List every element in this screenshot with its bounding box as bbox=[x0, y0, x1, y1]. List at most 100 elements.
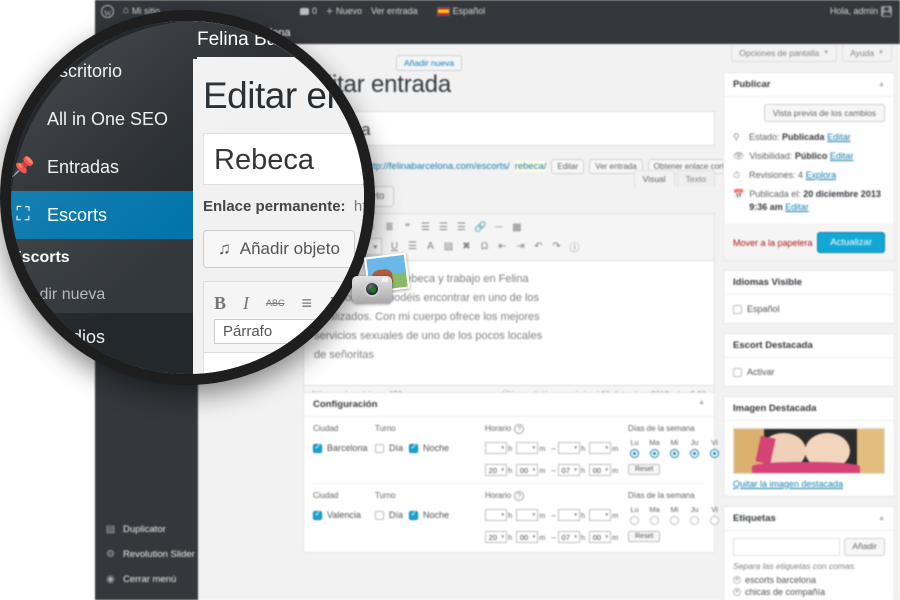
reset-button-valencia[interactable]: Reset bbox=[628, 531, 661, 542]
to-minute-select-2[interactable]: 00 bbox=[589, 531, 612, 543]
special-character-icon[interactable]: Ω bbox=[479, 241, 490, 252]
spellcheck-icon[interactable]: ▦ bbox=[511, 222, 522, 233]
undo-icon[interactable]: ↶ bbox=[533, 241, 544, 252]
align-left-icon[interactable]: ☰ bbox=[420, 222, 431, 233]
sidebar-item-cerrar-menu[interactable]: ◉ Cerrar menú bbox=[95, 567, 198, 592]
tab-texto[interactable]: Texto bbox=[676, 170, 715, 187]
to-hour-select-2[interactable]: 07 bbox=[557, 464, 580, 476]
to-hour-select-2[interactable]: 07 bbox=[557, 531, 580, 543]
to-minute-select-2[interactable]: 00 bbox=[589, 464, 612, 476]
underline-icon[interactable]: U bbox=[389, 241, 400, 252]
comments-link[interactable]: 0 bbox=[300, 0, 317, 22]
remove-tag-icon[interactable]: ✕ bbox=[733, 576, 741, 584]
blockquote-icon[interactable]: “ bbox=[402, 222, 413, 233]
strikethrough-icon[interactable]: ABC bbox=[266, 298, 285, 308]
link-icon[interactable]: 🔗 bbox=[474, 222, 486, 233]
align-right-icon[interactable]: ☰ bbox=[456, 222, 467, 233]
paste-text-icon[interactable]: ▤ bbox=[443, 241, 454, 252]
day-vi[interactable]: Vi bbox=[708, 505, 721, 525]
help-tab[interactable]: Ayuda ▼ bbox=[842, 45, 892, 62]
new-content-button[interactable]: + Nuevo bbox=[326, 0, 362, 22]
to-hour-select[interactable] bbox=[557, 509, 580, 521]
sidebar-item-revolution-slider[interactable]: ⚙ Revolution Slider bbox=[95, 542, 198, 567]
sidebar-item-duplicator[interactable]: ▤ Duplicator bbox=[95, 517, 198, 542]
help-icon[interactable]: ? bbox=[514, 491, 525, 501]
italic-icon[interactable]: I bbox=[243, 293, 249, 314]
turno-noche-valencia[interactable]: Noche bbox=[409, 508, 449, 522]
day-mi[interactable]: Mi bbox=[668, 438, 681, 458]
indent-icon[interactable]: ⇥ bbox=[515, 241, 526, 252]
from-hour-select[interactable] bbox=[485, 509, 507, 521]
ordered-list-icon[interactable]: ≣ bbox=[384, 222, 395, 233]
day-ma[interactable]: Ma bbox=[648, 438, 661, 458]
magnified-item-medios[interactable]: ▣ Medios bbox=[11, 313, 193, 361]
language-switcher[interactable]: Español bbox=[436, 0, 485, 22]
to-hour-select[interactable] bbox=[557, 442, 580, 454]
day-lu[interactable]: Lu bbox=[628, 505, 641, 525]
redo-icon[interactable]: ↷ bbox=[551, 241, 562, 252]
status-edit-link[interactable]: Editar bbox=[827, 132, 851, 142]
outdent-icon[interactable]: ⇤ bbox=[497, 241, 508, 252]
magnified-format-select[interactable]: Párrafo bbox=[214, 318, 324, 344]
turno-dia-valencia[interactable]: Día bbox=[375, 508, 403, 522]
revisions-browse-link[interactable]: Explora bbox=[806, 170, 837, 180]
from-minute-select-2[interactable]: 00 bbox=[516, 531, 539, 543]
day-ju[interactable]: Ju bbox=[688, 438, 701, 458]
featured-escort-checkbox-activar[interactable]: Activar bbox=[733, 365, 885, 379]
published-edit-link[interactable]: Editar bbox=[785, 202, 809, 212]
turno-noche-barcelona[interactable]: Noche bbox=[409, 441, 449, 455]
magnified-submenu-anadir-nueva[interactable]: Añadir nueva bbox=[11, 276, 193, 313]
from-hour-select-2[interactable]: 20 bbox=[485, 464, 507, 476]
day-vi[interactable]: Vi bbox=[708, 438, 721, 458]
ciudad-checkbox-valencia[interactable]: Valencia bbox=[313, 505, 375, 525]
chevron-up-icon[interactable]: ▲ bbox=[878, 81, 885, 88]
wordpress-logo-icon[interactable] bbox=[101, 3, 114, 25]
help-icon[interactable]: ⓘ bbox=[569, 239, 580, 254]
language-checkbox-espanol[interactable]: Español bbox=[733, 302, 885, 316]
permalink-slug[interactable]: rebeca/ bbox=[514, 160, 547, 172]
account-menu[interactable]: Hola, admin bbox=[830, 0, 892, 22]
screen-options-tab[interactable]: Opciones de pantalla ▼ bbox=[731, 45, 838, 62]
chevron-up-icon[interactable]: ▲ bbox=[878, 515, 885, 522]
ordered-list-icon[interactable]: ≣ bbox=[329, 293, 344, 314]
day-mi[interactable]: Mi bbox=[668, 505, 681, 525]
magnified-submenu-escorts[interactable]: Escorts bbox=[11, 239, 193, 276]
permalink-edit-button[interactable]: Editar bbox=[551, 158, 585, 174]
magnified-item-entradas[interactable]: 📌 Entradas bbox=[11, 143, 193, 191]
turno-dia-barcelona[interactable]: Día bbox=[375, 441, 403, 455]
tag-input[interactable] bbox=[733, 538, 841, 556]
align-center-icon[interactable]: ☰ bbox=[438, 222, 449, 233]
chevron-up-icon[interactable]: ▲ bbox=[698, 399, 705, 410]
text-color-icon[interactable]: A bbox=[425, 241, 436, 252]
from-hour-select[interactable] bbox=[485, 442, 507, 454]
visibility-edit-link[interactable]: Editar bbox=[830, 151, 854, 161]
clear-formatting-icon[interactable]: ✖ bbox=[461, 241, 472, 252]
view-post-link[interactable]: Ver entrada bbox=[371, 0, 418, 22]
from-minute-select[interactable] bbox=[516, 442, 539, 454]
preview-changes-button[interactable]: Vista previa de los cambios bbox=[763, 104, 885, 122]
from-minute-select-2[interactable]: 00 bbox=[516, 464, 539, 476]
reset-button-barcelona[interactable]: Reset bbox=[628, 464, 661, 475]
day-ju[interactable]: Ju bbox=[688, 505, 701, 525]
unordered-list-icon[interactable]: ≡ bbox=[302, 293, 313, 314]
featured-image-thumbnail[interactable] bbox=[733, 428, 885, 474]
help-icon[interactable]: ? bbox=[514, 424, 525, 434]
to-minute-select[interactable] bbox=[589, 509, 612, 521]
justify-icon[interactable]: ☰ bbox=[407, 241, 418, 252]
underline-icon[interactable]: U bbox=[341, 321, 354, 342]
bold-icon[interactable]: B bbox=[214, 293, 226, 314]
magnified-item-all-in-one-seo[interactable]: All in One SEO bbox=[11, 95, 193, 143]
remove-tag-icon[interactable]: ✕ bbox=[733, 588, 741, 596]
from-hour-select-2[interactable]: 20 bbox=[485, 531, 507, 543]
day-lu[interactable]: Lu bbox=[628, 438, 641, 458]
to-minute-select[interactable] bbox=[589, 442, 612, 454]
update-button[interactable]: Actualizar bbox=[817, 232, 885, 253]
magnified-post-title-input[interactable]: Rebeca bbox=[203, 133, 364, 185]
from-minute-select[interactable] bbox=[516, 509, 539, 521]
day-ma[interactable]: Ma bbox=[648, 505, 661, 525]
add-tag-button[interactable]: Añadir bbox=[844, 538, 885, 556]
ciudad-checkbox-barcelona[interactable]: Barcelona bbox=[313, 438, 375, 458]
magnified-item-escritorio[interactable]: Escritorio bbox=[11, 47, 193, 95]
read-more-icon[interactable]: ─ bbox=[493, 222, 504, 233]
permalink-base[interactable]: http://felinabarcelona.com/escorts/ bbox=[365, 161, 510, 172]
